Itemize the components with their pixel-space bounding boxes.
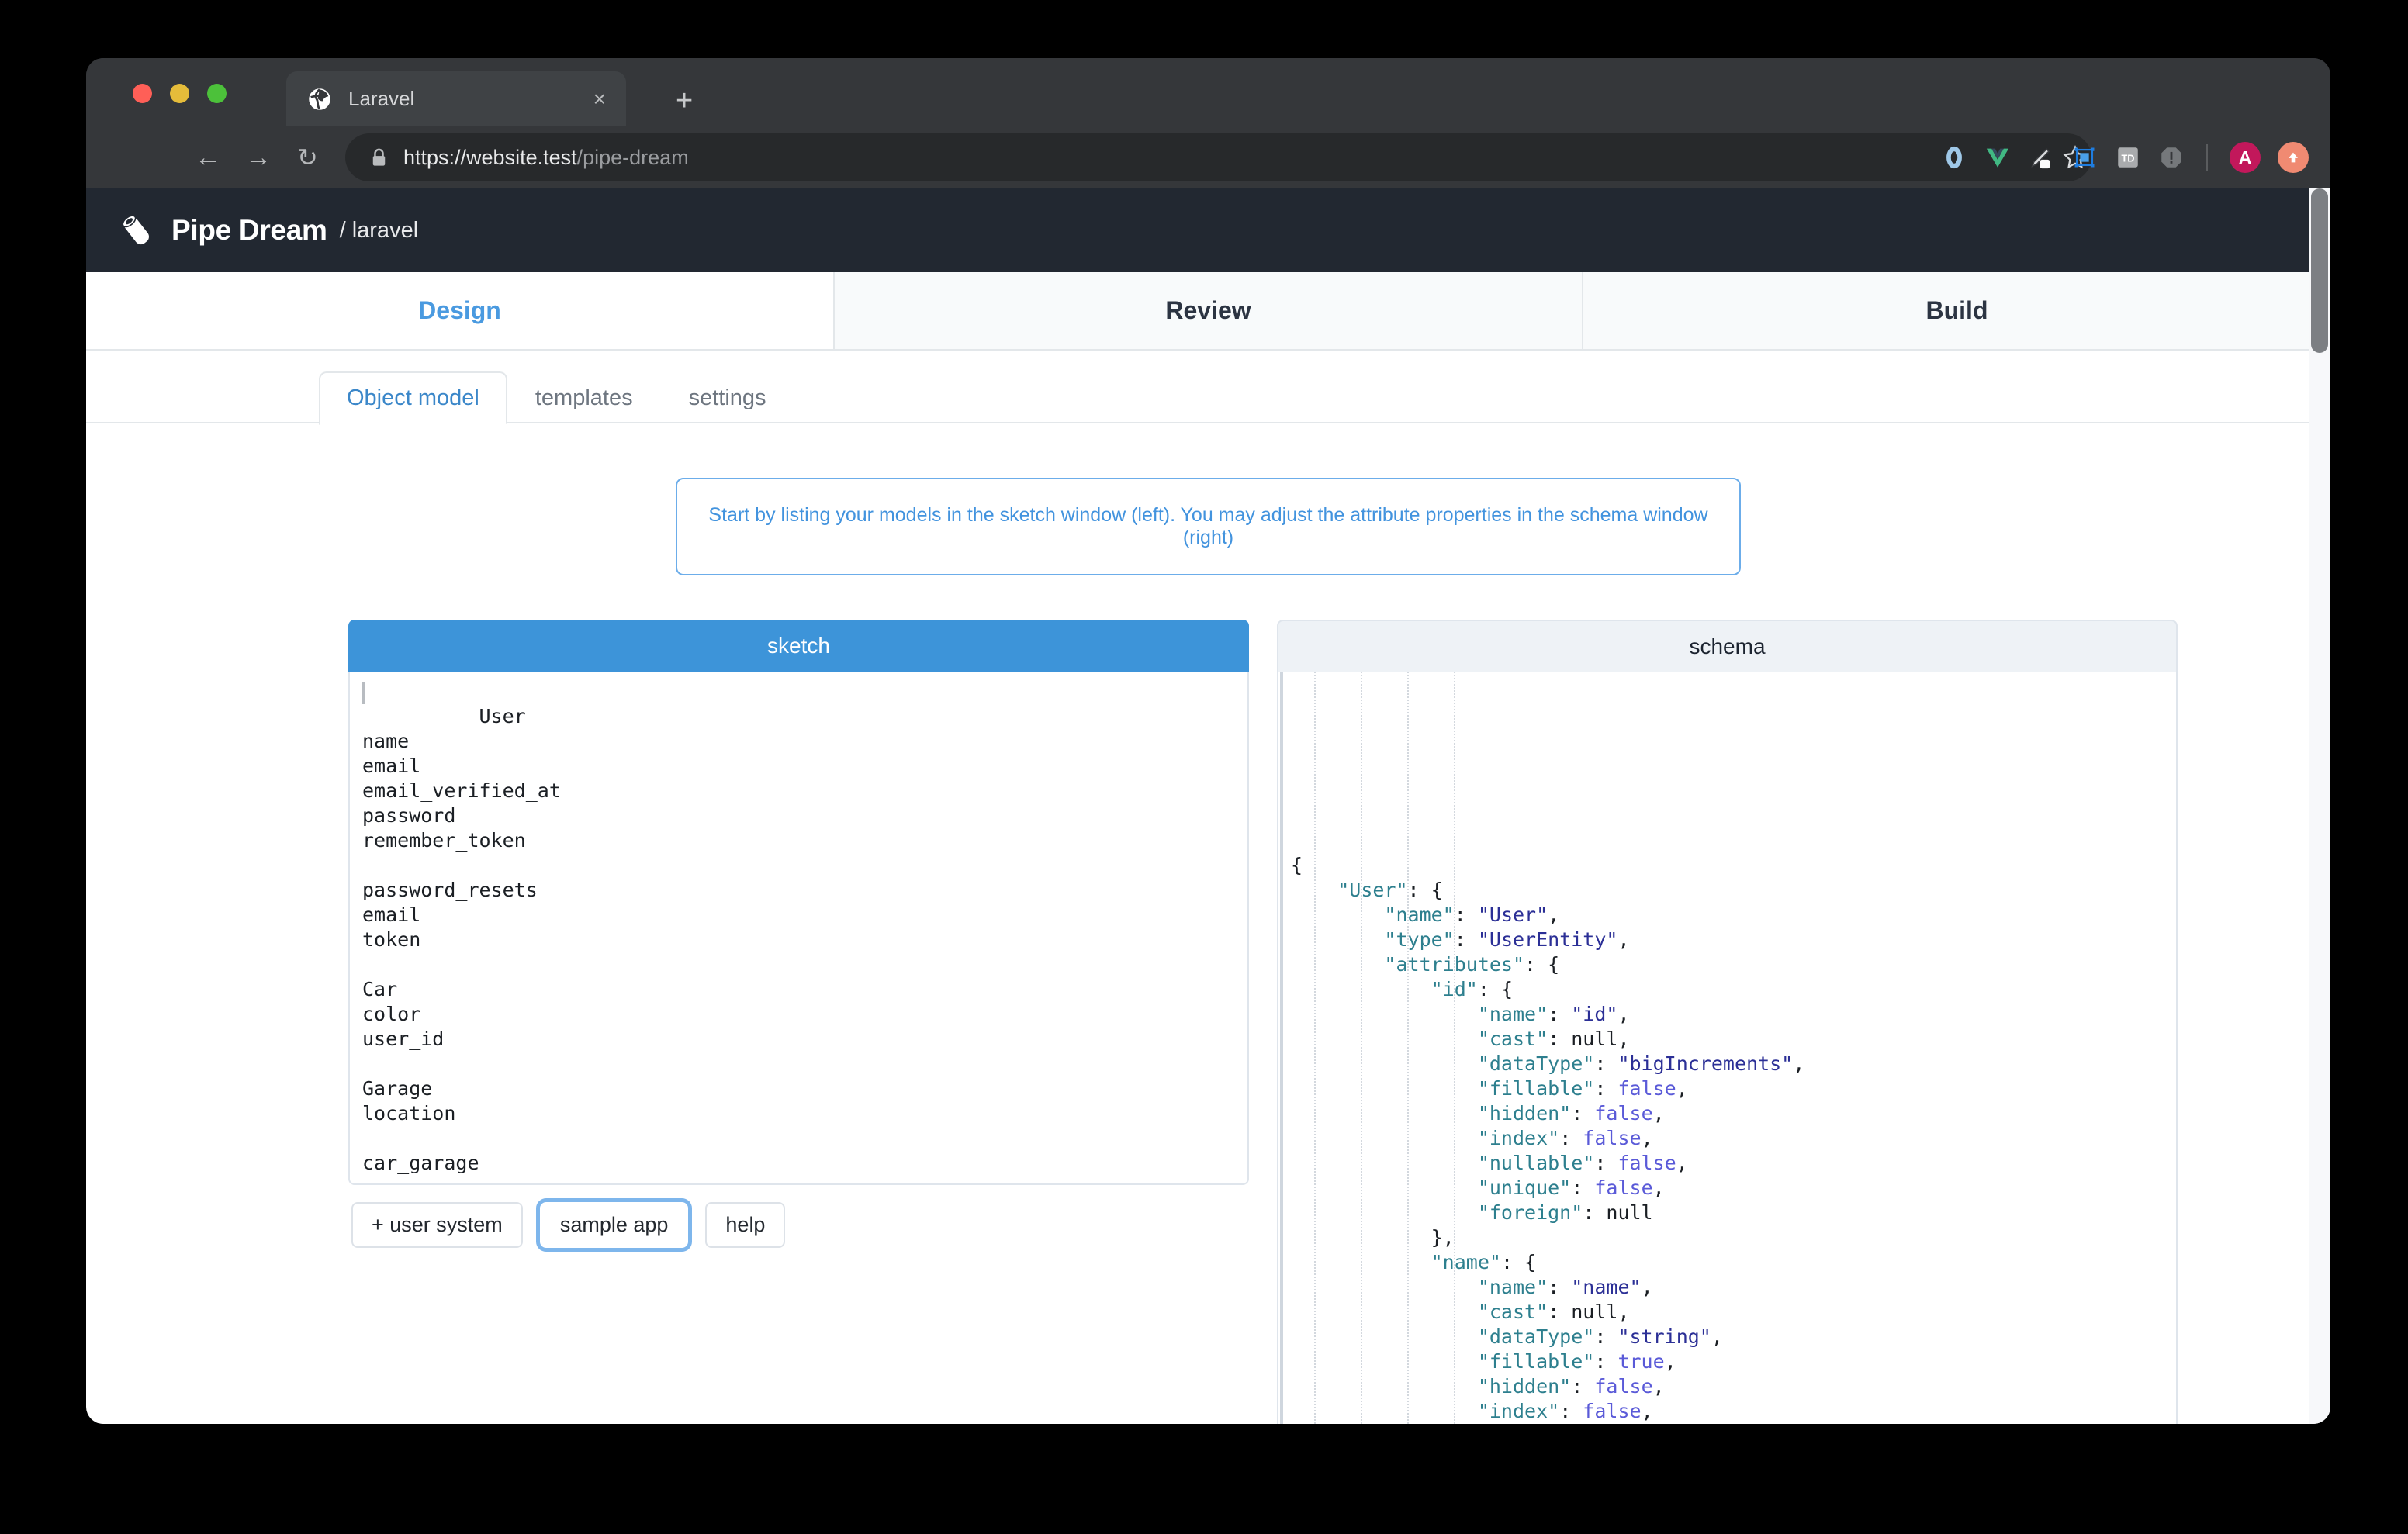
- brand-name: Pipe Dream: [171, 214, 327, 246]
- browser-tab-title: Laravel: [348, 87, 415, 110]
- vue-devtools-icon[interactable]: [1984, 144, 2011, 171]
- window-minimize-button[interactable]: [170, 84, 189, 103]
- schema-line: "cast": null,: [1477, 1301, 1630, 1323]
- close-icon[interactable]: ×: [593, 88, 606, 110]
- browser-window: Laravel × + ← → ↻ https://website.test/p…: [86, 58, 2330, 1424]
- tab-design[interactable]: Design: [86, 272, 833, 349]
- schema-panel-header: schema: [1277, 620, 2178, 672]
- window-traffic-lights: [133, 84, 227, 103]
- new-tab-button[interactable]: +: [676, 86, 693, 116]
- schema-line: "fillable": true,: [1477, 1350, 1676, 1373]
- schema-panel: schema { "User": { "name": "User", "type…: [1277, 620, 2178, 1424]
- schema-line: "type": "UserEntity",: [1384, 928, 1630, 951]
- indent-guide: [1361, 672, 1362, 1424]
- schema-line: "id": {: [1431, 978, 1513, 1000]
- add-user-system-button[interactable]: + user system: [351, 1202, 523, 1248]
- sample-app-button[interactable]: sample app: [539, 1202, 689, 1248]
- schema-line: "dataType": "bigIncrements",: [1477, 1052, 1805, 1075]
- schema-line: "User": {: [1337, 879, 1443, 901]
- sub-tab-bar: Object model templates settings: [86, 351, 2330, 425]
- url-host: https://website.test: [403, 145, 577, 169]
- sketch-action-buttons: + user system sample app help: [348, 1202, 1249, 1248]
- sketch-panel-header: sketch: [348, 620, 1249, 672]
- page-viewport: Pipe Dream / laravel Design Review Build…: [86, 188, 2330, 1424]
- schema-line: "index": false,: [1477, 1127, 1653, 1149]
- sketch-content: User name email email_verified_at passwo…: [362, 705, 561, 1174]
- schema-line: },: [1291, 1226, 1455, 1249]
- sketch-textarea[interactable]: User name email email_verified_at passwo…: [348, 672, 1249, 1185]
- grey-octagon-icon[interactable]: [2158, 144, 2185, 171]
- schema-line: "index": false,: [1477, 1400, 1653, 1422]
- back-arrow-icon[interactable]: ←: [195, 144, 221, 171]
- indent-guide: [1407, 672, 1409, 1424]
- schema-line: "hidden": false,: [1477, 1375, 1665, 1398]
- sub-tab-settings[interactable]: settings: [661, 371, 794, 425]
- schema-editor[interactable]: { "User": { "name": "User", "type": "Use…: [1277, 672, 2178, 1424]
- td-extension-icon[interactable]: TD: [2115, 144, 2141, 171]
- url-path: /pipe-dream: [576, 145, 689, 169]
- schema-line: "name": "name",: [1477, 1276, 1653, 1298]
- ring-extension-icon[interactable]: [1941, 144, 1967, 171]
- window-close-button[interactable]: [133, 84, 152, 103]
- schema-line: "foreign": null: [1477, 1201, 1653, 1224]
- sketch-panel: sketch User name email email_verified_at…: [348, 620, 1249, 1248]
- schema-line: "attributes": {: [1384, 953, 1560, 976]
- sub-tab-templates[interactable]: templates: [507, 371, 661, 425]
- address-bar[interactable]: https://website.test/pipe-dream: [345, 133, 2091, 181]
- page-scrollbar[interactable]: [2309, 188, 2330, 1424]
- app-header: Pipe Dream / laravel: [86, 188, 2330, 272]
- schema-line: {: [1291, 854, 1303, 876]
- window-maximize-button[interactable]: [207, 84, 227, 103]
- schema-line: "nullable": false,: [1477, 1152, 1688, 1174]
- browser-extensions: TD A: [1941, 142, 2309, 173]
- browser-tab-strip: Laravel × +: [86, 58, 2330, 126]
- schema-line: "name": {: [1431, 1251, 1537, 1273]
- upload-arrow-icon[interactable]: [2278, 142, 2309, 173]
- schema-line: "hidden": false,: [1477, 1102, 1665, 1125]
- editor-panels: sketch User name email email_verified_at…: [86, 575, 2330, 1424]
- tab-build[interactable]: Build: [1582, 272, 2330, 349]
- schema-line: "name": "id",: [1477, 1003, 1630, 1025]
- tab-review[interactable]: Review: [833, 272, 1582, 349]
- page-scrollbar-thumb[interactable]: [2311, 188, 2328, 353]
- browser-tab[interactable]: Laravel ×: [286, 71, 626, 126]
- schema-line: "dataType": "string",: [1477, 1325, 1723, 1348]
- browser-toolbar: ← → ↻ https://website.test/pipe-dream TD…: [86, 126, 2330, 188]
- blue-square-selection-icon[interactable]: [2071, 144, 2098, 171]
- editor-gutter: [1280, 672, 1283, 1424]
- lock-icon: [372, 148, 386, 166]
- project-name: / laravel: [339, 217, 419, 243]
- indent-guide: [1454, 672, 1455, 1424]
- svg-text:TD: TD: [2122, 153, 2135, 164]
- main-tab-bar: Design Review Build: [86, 272, 2330, 351]
- schema-line: "name": "User",: [1384, 903, 1560, 926]
- pipe-logo-icon: [122, 215, 149, 245]
- schema-line: "unique": false,: [1477, 1176, 1665, 1199]
- highlighter-pen-icon[interactable]: [2028, 144, 2054, 171]
- schema-line: "cast": null,: [1477, 1028, 1630, 1050]
- globe-icon: [309, 88, 330, 110]
- sub-tab-object-model[interactable]: Object model: [319, 371, 507, 425]
- help-button[interactable]: help: [705, 1202, 786, 1248]
- forward-arrow-icon[interactable]: →: [245, 144, 272, 171]
- toolbar-divider: [2206, 144, 2208, 171]
- reload-icon[interactable]: ↻: [297, 145, 318, 170]
- profile-avatar[interactable]: A: [2230, 142, 2261, 173]
- text-caret: [362, 682, 365, 704]
- schema-code: { "User": { "name": "User", "type": "Use…: [1291, 853, 2164, 1424]
- url-text: https://website.test/pipe-dream: [403, 146, 689, 170]
- info-banner: Start by listing your models in the sket…: [676, 478, 1741, 575]
- indent-guide: [1314, 672, 1316, 1424]
- schema-line: "fillable": false,: [1477, 1077, 1688, 1100]
